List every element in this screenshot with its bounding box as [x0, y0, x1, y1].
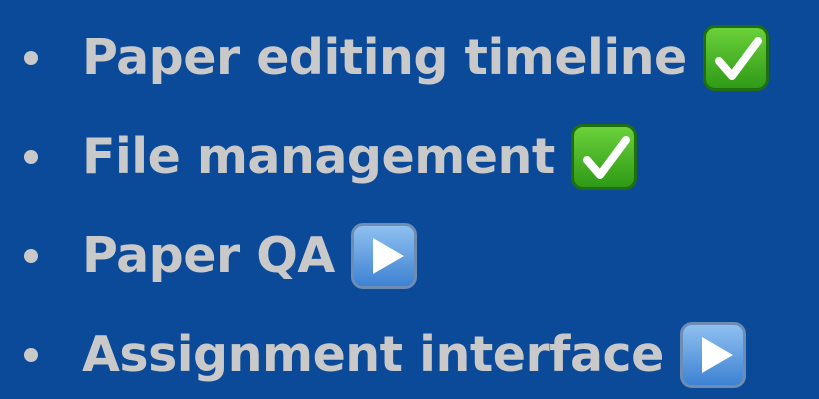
bullet-text: File management: [82, 128, 555, 185]
list-item: File management: [24, 107, 769, 206]
bullet-dot-icon: [24, 50, 38, 65]
slide: Paper editing timeline File management P…: [0, 0, 819, 399]
bullet-dot-icon: [24, 248, 38, 263]
bullet-text: Paper QA: [82, 227, 335, 284]
bullet-list: Paper editing timeline File management P…: [24, 8, 769, 399]
play-button-icon: [679, 321, 746, 388]
bullet-dot-icon: [24, 347, 38, 362]
bullet-dot-icon: [24, 149, 38, 164]
play-button-icon: [350, 222, 417, 289]
list-item: Assignment interface: [24, 305, 769, 399]
list-item: Paper editing timeline: [24, 8, 769, 107]
check-mark-button-icon: [570, 123, 637, 190]
list-item: Paper QA: [24, 206, 769, 305]
bullet-text: Assignment interface: [82, 326, 664, 383]
bullet-text: Paper editing timeline: [82, 29, 687, 86]
check-mark-button-icon: [702, 24, 769, 91]
